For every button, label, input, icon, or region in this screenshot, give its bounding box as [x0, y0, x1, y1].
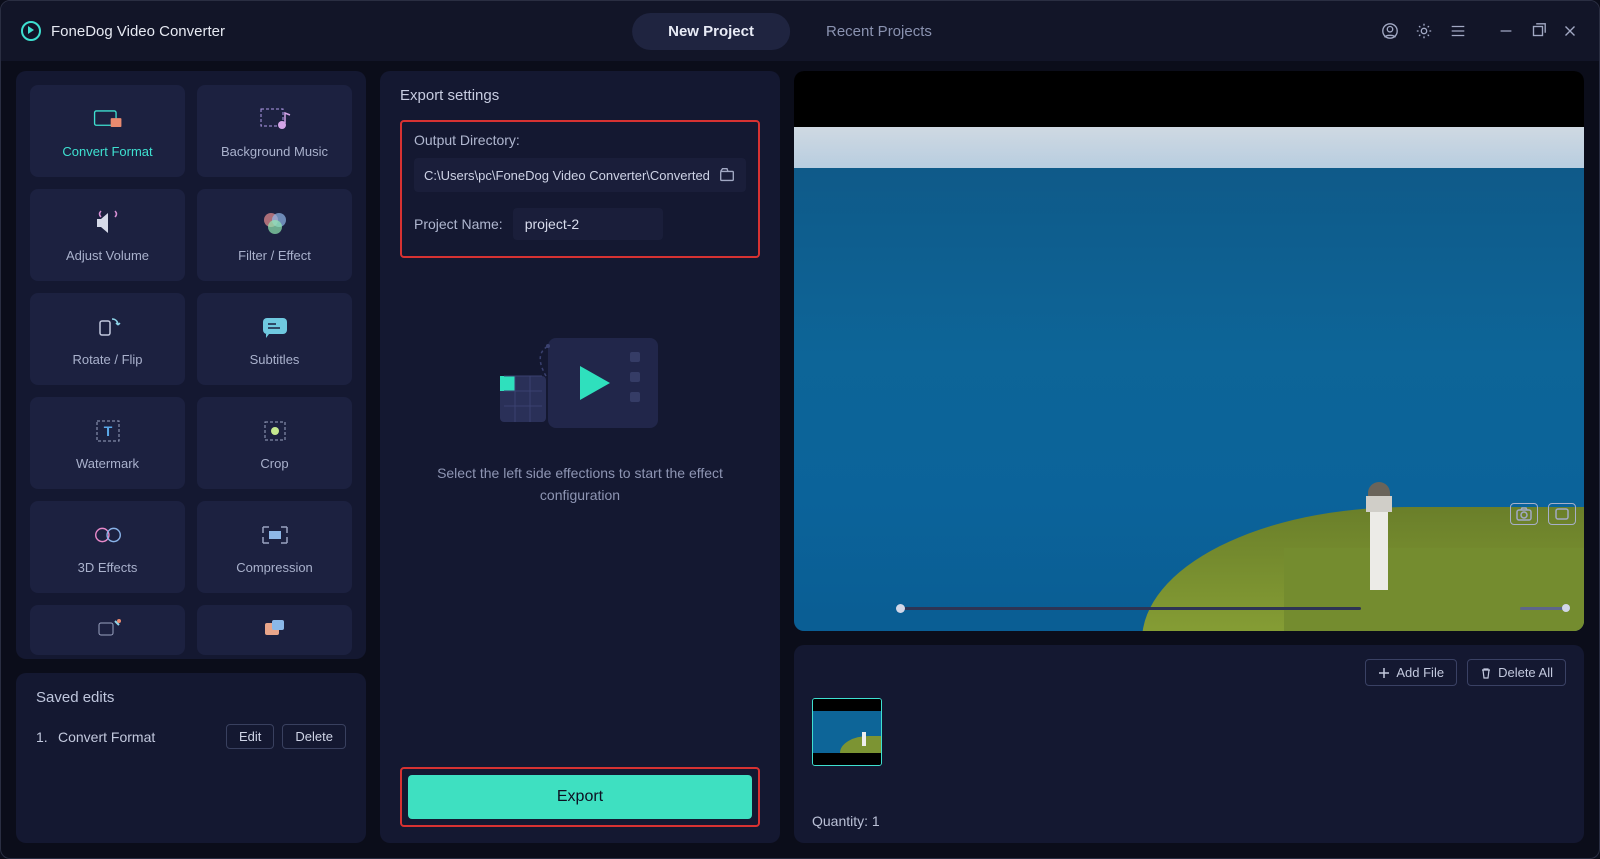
files-panel: Add File Delete All [794, 645, 1584, 843]
filter-effect-icon [258, 208, 292, 238]
project-name-input[interactable] [513, 208, 663, 240]
tool-adjust-volume[interactable]: Adjust Volume [30, 189, 185, 281]
tool-label: Convert Format [62, 144, 152, 159]
export-settings-panel: Export settings Output Directory: C:\Use… [380, 71, 780, 843]
delete-button[interactable]: Delete [282, 724, 346, 749]
output-directory-value: C:\Users\pc\FoneDog Video Converter\Conv… [424, 168, 710, 183]
app-title: FoneDog Video Converter [51, 23, 225, 40]
saved-edits-panel: Saved edits 1. Convert Format Edit Delet… [16, 673, 366, 843]
tool-label: Compression [236, 560, 313, 575]
tool-convert-format[interactable]: Convert Format [30, 85, 185, 177]
output-directory-field[interactable]: C:\Users\pc\FoneDog Video Converter\Conv… [414, 158, 746, 192]
export-button[interactable]: Export [408, 775, 752, 819]
tools-panel: Convert Format Background Music Adjust V… [16, 71, 366, 659]
tool-3d-effects[interactable]: 3D Effects [30, 501, 185, 593]
add-file-button[interactable]: Add File [1365, 659, 1457, 686]
tool-extra-1[interactable] [30, 605, 185, 655]
tool-extra-2[interactable] [197, 605, 352, 655]
saved-edit-name: Convert Format [58, 729, 218, 745]
extra-icon [258, 613, 292, 643]
subtitles-icon [258, 312, 292, 342]
export-button-highlight: Export [400, 767, 760, 827]
output-directory-label: Output Directory: [414, 132, 746, 148]
rotate-flip-icon [91, 312, 125, 342]
file-thumbnail[interactable] [812, 698, 882, 766]
project-name-label: Project Name: [414, 216, 503, 232]
app-logo-icon [21, 21, 41, 41]
tool-filter-effect[interactable]: Filter / Effect [197, 189, 352, 281]
tool-label: Rotate / Flip [72, 352, 142, 367]
crop-icon [258, 416, 292, 446]
saved-edit-row: 1. Convert Format Edit Delete [36, 724, 346, 749]
tool-label: Subtitles [250, 352, 300, 367]
tool-crop[interactable]: Crop [197, 397, 352, 489]
tab-new-project[interactable]: New Project [632, 13, 790, 50]
effect-placeholder-icon [490, 328, 670, 438]
preview-panel: 00:00:00 / 00:02:59 [794, 71, 1584, 631]
tool-compression[interactable]: Compression [197, 501, 352, 593]
settings-icon[interactable] [1415, 22, 1433, 40]
watermark-icon: T [91, 416, 125, 446]
tool-label: Crop [260, 456, 288, 471]
saved-edits-title: Saved edits [36, 689, 346, 706]
tool-watermark[interactable]: T Watermark [30, 397, 185, 489]
maximize-icon[interactable] [1529, 22, 1547, 40]
fullscreen-icon[interactable] [1548, 503, 1576, 525]
tool-label: Adjust Volume [66, 248, 149, 263]
tab-recent-projects[interactable]: Recent Projects [790, 13, 968, 50]
3d-effects-icon [91, 520, 125, 550]
delete-all-button[interactable]: Delete All [1467, 659, 1566, 686]
compression-icon [258, 520, 292, 550]
effect-placeholder-text: Select the left side effections to start… [430, 462, 730, 507]
tool-label: Watermark [76, 456, 139, 471]
close-icon[interactable] [1561, 22, 1579, 40]
progress-bar[interactable] [896, 607, 1361, 610]
tool-rotate-flip[interactable]: Rotate / Flip [30, 293, 185, 385]
title-bar: FoneDog Video Converter New Project Rece… [1, 1, 1599, 61]
tool-label: Filter / Effect [238, 248, 311, 263]
tool-label: 3D Effects [78, 560, 138, 575]
snapshot-icon[interactable] [1510, 503, 1538, 525]
background-music-icon [258, 104, 292, 134]
browse-folder-icon[interactable] [718, 166, 736, 184]
svg-text:T: T [103, 423, 112, 439]
export-settings-title: Export settings [400, 87, 760, 104]
quantity-label: Quantity: 1 [812, 813, 1566, 829]
saved-edit-index: 1. [36, 729, 58, 745]
effect-placeholder: Select the left side effections to start… [400, 328, 760, 507]
tool-subtitles[interactable]: Subtitles [197, 293, 352, 385]
convert-format-icon [91, 104, 125, 134]
video-preview[interactable] [794, 71, 1584, 585]
tool-label: Background Music [221, 144, 328, 159]
volume-slider[interactable] [1520, 607, 1570, 610]
adjust-volume-icon [91, 208, 125, 238]
tool-background-music[interactable]: Background Music [197, 85, 352, 177]
account-icon[interactable] [1381, 22, 1399, 40]
extra-icon [91, 613, 125, 643]
export-settings-highlight: Output Directory: C:\Users\pc\FoneDog Vi… [400, 120, 760, 258]
minimize-icon[interactable] [1497, 22, 1515, 40]
edit-button[interactable]: Edit [226, 724, 274, 749]
menu-icon[interactable] [1449, 22, 1467, 40]
